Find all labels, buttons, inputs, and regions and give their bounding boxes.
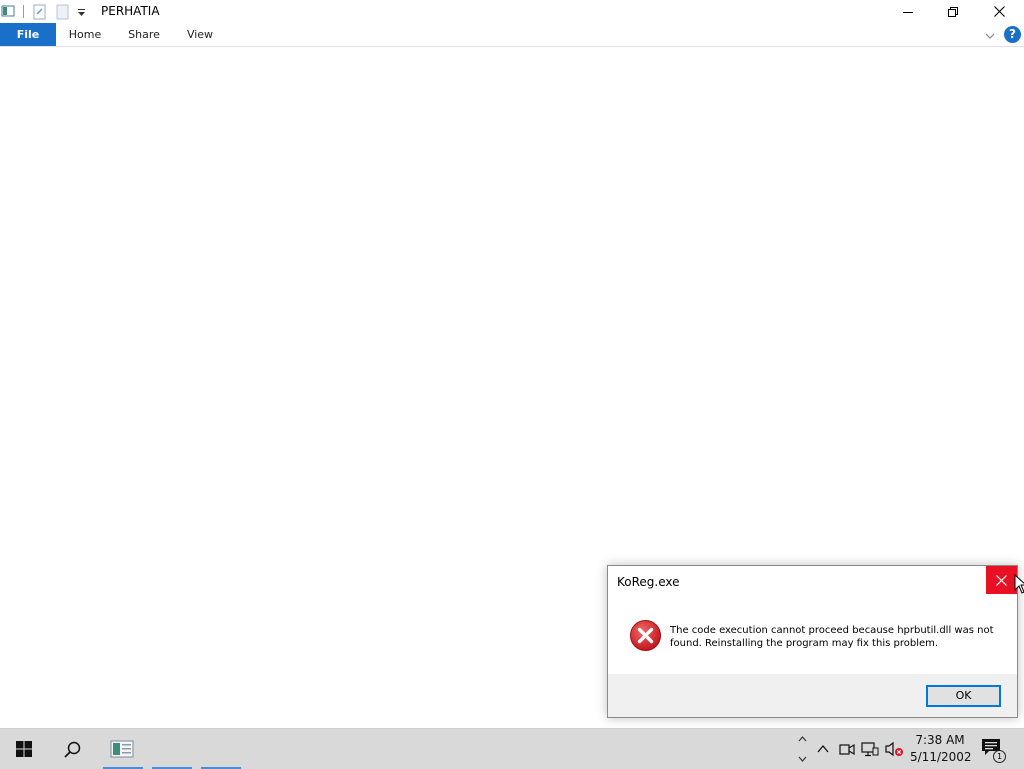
tab-share[interactable]: Share — [121, 23, 167, 46]
start-button[interactable] — [0, 729, 48, 769]
chevron-up-icon — [817, 745, 829, 753]
tray-scroll-up-icon[interactable] — [794, 731, 810, 747]
notification-count-badge: 1 — [993, 750, 1006, 763]
clock-date: 5/11/2002 — [910, 750, 972, 764]
window-title: PERHATIA — [101, 4, 160, 18]
help-button[interactable]: ? — [1004, 26, 1021, 43]
network-icon[interactable] — [860, 739, 880, 759]
customize-qat-dropdown-icon[interactable] — [77, 6, 86, 20]
ok-button[interactable]: OK — [926, 685, 1001, 707]
meet-now-icon[interactable] — [837, 739, 857, 759]
error-dialog: KoReg.exe The code execution cannot proc… — [607, 565, 1018, 718]
action-center-button[interactable]: 1 — [978, 737, 1006, 763]
window-titlebar: PERHATIA — [0, 0, 1024, 23]
restore-button[interactable] — [930, 0, 976, 23]
new-folder-icon[interactable] — [56, 4, 70, 23]
properties-icon[interactable] — [33, 4, 47, 23]
ribbon-tab-bar: File Home Share View ? — [0, 23, 1024, 47]
qat-separator — [23, 5, 24, 18]
show-hidden-icons-button[interactable] — [813, 739, 833, 759]
taskbar-file-explorer-button[interactable] — [98, 729, 146, 769]
clock-time: 7:38 AM — [915, 733, 965, 747]
minimize-icon — [903, 11, 913, 13]
search-button[interactable] — [48, 729, 96, 769]
search-icon — [63, 741, 80, 758]
windows-logo-icon — [16, 741, 32, 757]
dialog-title: KoReg.exe — [617, 575, 680, 589]
restore-icon — [948, 6, 958, 17]
close-icon — [996, 574, 1007, 586]
volume-muted-icon[interactable] — [884, 739, 904, 759]
close-button[interactable] — [976, 0, 1022, 23]
close-icon — [993, 6, 1005, 17]
dialog-close-button[interactable] — [986, 566, 1017, 594]
tab-view[interactable]: View — [178, 23, 222, 46]
explorer-app-icon[interactable] — [1, 4, 15, 21]
tab-home[interactable]: Home — [62, 23, 108, 46]
file-explorer-icon — [110, 740, 134, 758]
expand-ribbon-chevron-icon[interactable] — [985, 29, 995, 43]
taskbar-clock[interactable]: 7:38 AM 5/11/2002 — [910, 732, 972, 766]
minimize-button[interactable] — [885, 0, 931, 23]
tab-file[interactable]: File — [0, 23, 56, 46]
mouse-cursor-icon — [1014, 573, 1024, 597]
tray-scroll-down-icon[interactable] — [794, 751, 810, 767]
error-icon — [629, 619, 662, 655]
taskbar: 7:38 AM 5/11/2002 1 — [0, 728, 1024, 769]
dialog-message: The code execution cannot proceed becaus… — [670, 625, 994, 649]
dialog-footer: OK — [608, 674, 1017, 717]
